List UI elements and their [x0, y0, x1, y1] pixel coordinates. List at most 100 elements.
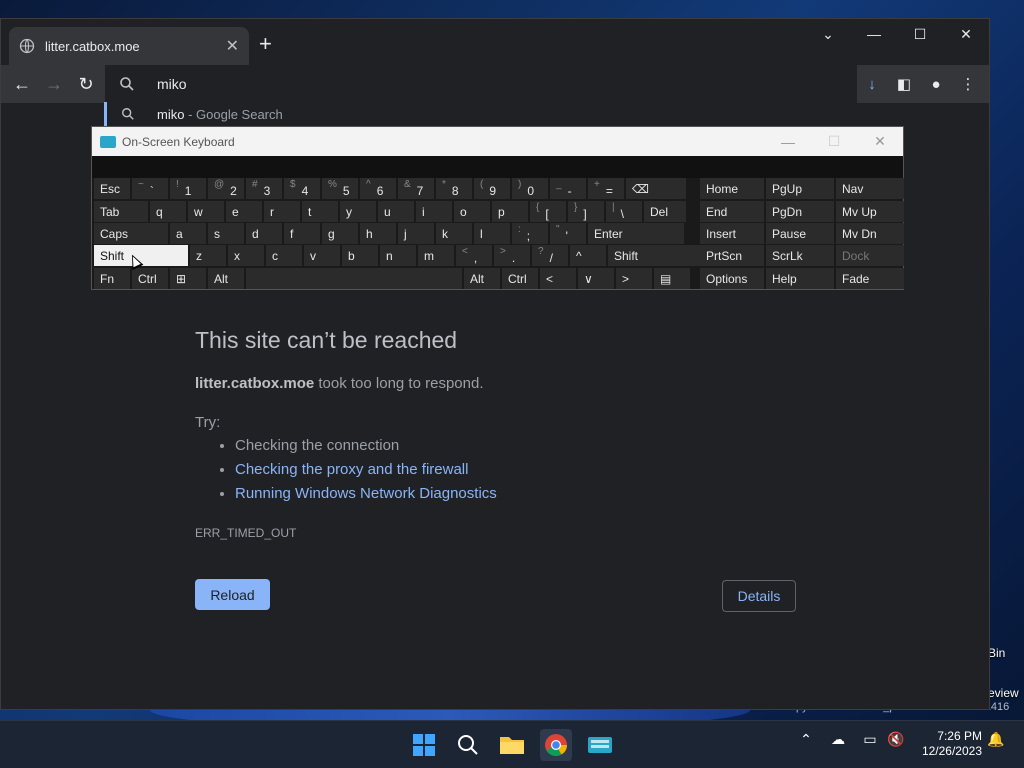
osk-key-r0-1[interactable]: ~ `	[132, 178, 168, 199]
network-diagnostics-link[interactable]: Running Windows Network Diagnostics	[235, 485, 497, 502]
osk-key-r2-3[interactable]: d	[246, 223, 282, 244]
osk-nav-key-help[interactable]: Help	[766, 268, 834, 289]
osk-key-r3-4[interactable]: v	[304, 245, 340, 266]
osk-key-r3-1[interactable]: z	[190, 245, 226, 266]
osk-key-r0-12[interactable]: _ -	[550, 178, 586, 199]
volume-muted-icon[interactable]: 🔇	[884, 731, 908, 748]
osk-nav-key-pgup[interactable]: PgUp	[766, 178, 834, 199]
osk-key-r0-0[interactable]: Esc	[94, 178, 130, 199]
osk-key-r1-0[interactable]: Tab	[94, 201, 148, 222]
osk-key-r3-6[interactable]: n	[380, 245, 416, 266]
osk-key-r4-8[interactable]: ∨	[578, 268, 614, 289]
desktop-recycle-label[interactable]: Bin	[988, 646, 1005, 660]
minimize-icon[interactable]: —	[851, 19, 897, 49]
osk-key-r3-10[interactable]: ? /	[532, 245, 568, 266]
file-explorer-icon[interactable]	[496, 729, 528, 761]
osk-key-r2-12[interactable]: Enter	[588, 223, 684, 244]
osk-key-r3-8[interactable]: <,	[456, 245, 492, 266]
osk-key-r4-10[interactable]: ▤	[654, 268, 690, 289]
osk-key-r4-1[interactable]: Ctrl	[132, 268, 168, 289]
osk-key-r1-6[interactable]: y	[340, 201, 376, 222]
osk-key-r3-12[interactable]: Shift	[608, 245, 702, 266]
reload-icon[interactable]: ↻	[73, 71, 99, 97]
osk-key-r2-0[interactable]: Caps	[94, 223, 168, 244]
download-icon[interactable]: ↓	[859, 71, 885, 97]
osk-nav-key-end[interactable]: End	[700, 201, 764, 222]
osk-key-r3-7[interactable]: m	[418, 245, 454, 266]
osk-nav-key-insert[interactable]: Insert	[700, 223, 764, 244]
omnibox-suggestion[interactable]: miko - Google Search	[104, 102, 856, 126]
network-icon[interactable]: ▭	[858, 731, 882, 748]
osk-key-r4-9[interactable]: >	[616, 268, 652, 289]
osk-key-r3-5[interactable]: b	[342, 245, 378, 266]
osk-taskbar-icon[interactable]	[584, 729, 616, 761]
maximize-icon[interactable]: ☐	[811, 127, 857, 156]
osk-nav-key-scrlk[interactable]: ScrLk	[766, 245, 834, 266]
osk-key-r0-11[interactable]: ) 0	[512, 178, 548, 199]
notification-bell-icon[interactable]: 🔔	[986, 731, 1006, 748]
osk-key-r2-8[interactable]: k	[436, 223, 472, 244]
chrome-icon[interactable]	[540, 729, 572, 761]
osk-key-r1-12[interactable]: }]	[568, 201, 604, 222]
details-button[interactable]: Details	[722, 580, 796, 612]
osk-key-r3-9[interactable]: >.	[494, 245, 530, 266]
osk-key-r4-5[interactable]: Alt	[464, 268, 500, 289]
close-window-icon[interactable]: ✕	[943, 19, 989, 49]
osk-key-r2-1[interactable]: a	[170, 223, 206, 244]
osk-key-r2-9[interactable]: l	[474, 223, 510, 244]
address-input[interactable]: miko	[157, 76, 187, 92]
osk-key-r0-5[interactable]: $4	[284, 178, 320, 199]
osk-nav-key-mv-dn[interactable]: Mv Dn	[836, 223, 904, 244]
osk-key-r0-2[interactable]: ! 1	[170, 178, 206, 199]
osk-key-r1-8[interactable]: i	[416, 201, 452, 222]
osk-key-r0-7[interactable]: ^ 6	[360, 178, 396, 199]
osk-nav-key-options[interactable]: Options	[700, 268, 764, 289]
osk-key-r3-2[interactable]: x	[228, 245, 264, 266]
osk-nav-key-fade[interactable]: Fade	[836, 268, 904, 289]
osk-nav-key-pgdn[interactable]: PgDn	[766, 201, 834, 222]
osk-key-r2-5[interactable]: g	[322, 223, 358, 244]
forward-icon[interactable]: →	[41, 71, 67, 97]
osk-key-r1-14[interactable]: Del	[644, 201, 686, 222]
osk-key-r0-14[interactable]: ⌫	[626, 178, 686, 199]
cloud-offline-icon[interactable]: ☁	[826, 731, 850, 748]
minimize-icon[interactable]: —	[765, 127, 811, 156]
osk-key-r0-4[interactable]: #3	[246, 178, 282, 199]
osk-key-r0-3[interactable]: @2	[208, 178, 244, 199]
back-icon[interactable]: ←	[9, 71, 35, 97]
chevron-up-icon[interactable]: ⌃	[796, 731, 816, 748]
osk-key-r0-13[interactable]: + =	[588, 178, 624, 199]
osk-key-r1-4[interactable]: r	[264, 201, 300, 222]
close-icon[interactable]: ✕	[857, 127, 903, 156]
osk-nav-key-dock[interactable]: Dock	[836, 245, 904, 266]
tab-search-icon[interactable]: ⌄	[805, 19, 851, 49]
osk-key-r1-9[interactable]: o	[454, 201, 490, 222]
osk-key-r1-5[interactable]: t	[302, 201, 338, 222]
osk-key-r1-13[interactable]: | \	[606, 201, 642, 222]
maximize-icon[interactable]: ☐	[897, 19, 943, 49]
osk-key-r1-3[interactable]: e	[226, 201, 262, 222]
osk-key-r4-0[interactable]: Fn	[94, 268, 130, 289]
menu-icon[interactable]: ⋮	[955, 71, 981, 97]
osk-nav-key-prtscn[interactable]: PrtScn	[700, 245, 764, 266]
osk-key-r1-2[interactable]: w	[188, 201, 224, 222]
address-bar[interactable]: miko	[105, 65, 857, 103]
reload-button[interactable]: Reload	[195, 579, 270, 610]
osk-key-r0-6[interactable]: % 5	[322, 178, 358, 199]
osk-nav-key-home[interactable]: Home	[700, 178, 764, 199]
osk-key-r2-2[interactable]: s	[208, 223, 244, 244]
osk-key-r0-8[interactable]: & 7	[398, 178, 434, 199]
osk-key-r3-11[interactable]: ^	[570, 245, 606, 266]
osk-key-r2-4[interactable]: f	[284, 223, 320, 244]
start-icon[interactable]	[408, 729, 440, 761]
osk-key-r4-2[interactable]: ⊞	[170, 268, 206, 289]
osk-key-r4-6[interactable]: Ctrl	[502, 268, 538, 289]
profile-icon[interactable]: ●	[923, 71, 949, 97]
proxy-firewall-link[interactable]: Checking the proxy and the firewall	[235, 461, 468, 478]
osk-key-r4-4[interactable]	[246, 268, 462, 289]
osk-key-r4-3[interactable]: Alt	[208, 268, 244, 289]
close-tab-icon[interactable]: ✕	[226, 36, 239, 56]
osk-nav-key-pause[interactable]: Pause	[766, 223, 834, 244]
osk-key-r1-10[interactable]: p	[492, 201, 528, 222]
search-icon[interactable]	[452, 729, 484, 761]
